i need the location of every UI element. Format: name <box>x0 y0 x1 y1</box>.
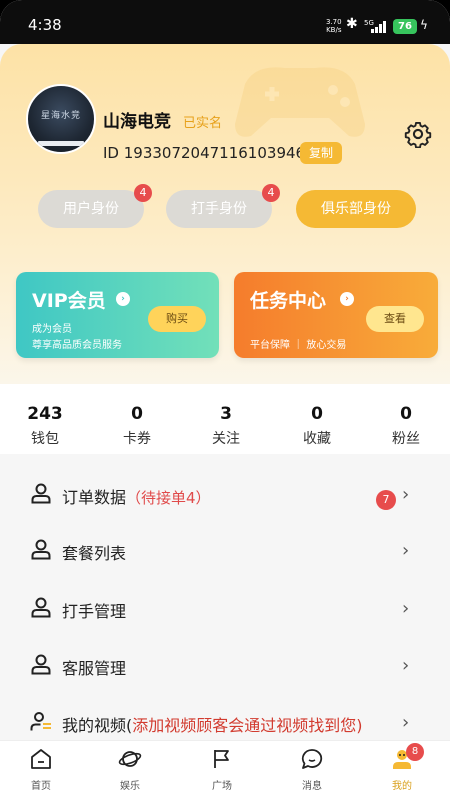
nav-entertainment[interactable]: 娱乐 <box>100 747 160 792</box>
nav-square[interactable]: 广场 <box>192 747 252 792</box>
bolt-icon: ϟ <box>420 18 428 32</box>
vip-card-title: VIP会员 <box>32 290 106 312</box>
menu-item-note: 添加视频顾客会通过视频找到您) <box>132 716 363 735</box>
username: 山海电竞 <box>103 112 171 132</box>
stat-value: 0 <box>400 404 412 424</box>
flag-icon <box>214 750 229 768</box>
nav-messages[interactable]: 消息 <box>282 747 342 792</box>
role-user-button[interactable]: 用户身份 <box>38 190 144 228</box>
net-speed-unit: KB/s <box>326 26 342 34</box>
planet-icon <box>118 751 142 767</box>
stat-value: 0 <box>131 404 143 424</box>
net-speed: 3.70 KB/s <box>326 18 342 34</box>
menu-item-service[interactable]: 客服管理 › <box>0 637 450 693</box>
task-card-title: 任务中心 <box>250 290 327 312</box>
nav-home[interactable]: 首页 <box>11 747 71 792</box>
battery-icon: 76 <box>393 19 417 34</box>
stat-value: 0 <box>311 404 323 424</box>
chevron-right-icon: › <box>402 484 410 505</box>
chevron-right-icon: › <box>402 712 410 733</box>
role-player-badge: 4 <box>262 184 280 202</box>
vip-card-line2: 尊享高品质会员服务 <box>32 340 122 351</box>
nav-label: 首页 <box>31 781 51 792</box>
chevron-right-icon: › <box>116 292 130 306</box>
nav-label: 娱乐 <box>120 781 140 792</box>
bluetooth-icon: ✱ <box>346 16 358 32</box>
vip-buy-button[interactable]: 购买 <box>148 306 206 332</box>
stat-label: 收藏 <box>303 431 331 447</box>
stat-label: 钱包 <box>31 431 59 447</box>
avatar[interactable]: 星海水竞 <box>26 84 96 154</box>
user-icon <box>31 483 51 504</box>
task-card[interactable]: 任务中心 › 平台保障 ｜ 放心交易 查看 <box>234 272 438 358</box>
menu-item-orders[interactable]: 订单数据（待接单4） 7 › <box>0 466 450 522</box>
avatar-strip <box>38 141 84 146</box>
nav-label: 我的 <box>392 781 412 792</box>
menu-list: 订单数据（待接单4） 7 › 套餐列表 › 打手管理 › 客服管理 › 我的视频… <box>0 460 450 750</box>
menu-item-label: 客服管理 <box>62 659 127 678</box>
status-bar: 4:38 3.70 KB/s ✱ 5G 76 ϟ <box>0 0 450 44</box>
stats-row: 243 钱包 0 卡券 3 关注 0 收藏 0 粉丝 <box>0 384 450 454</box>
stat-label: 卡券 <box>123 431 151 447</box>
net-speed-value: 3.70 <box>326 18 342 26</box>
copy-id-button[interactable]: 复制 <box>300 142 342 164</box>
nav-label: 消息 <box>302 781 322 792</box>
stat-following[interactable]: 3 关注 <box>186 404 266 448</box>
user-icon <box>31 597 51 618</box>
stat-value: 243 <box>27 404 63 424</box>
bottom-nav: 首页 娱乐 广场 消息 8 我的 <box>0 740 450 800</box>
menu-item-label: 打手管理 <box>62 602 127 621</box>
stat-fans[interactable]: 0 粉丝 <box>366 404 446 448</box>
stat-label: 粉丝 <box>392 431 420 447</box>
role-player-button[interactable]: 打手身份 <box>166 190 272 228</box>
home-icon <box>31 749 51 769</box>
stat-coupons[interactable]: 0 卡券 <box>97 404 177 448</box>
chevron-right-icon: › <box>402 540 410 561</box>
menu-label-text: 我的视频( <box>62 716 133 735</box>
user-icon <box>31 539 51 560</box>
chevron-right-icon: › <box>402 598 410 619</box>
menu-item-label: 我的视频(添加视频顾客会通过视频找到您) <box>62 712 363 736</box>
user-list-icon <box>30 712 51 731</box>
task-view-button[interactable]: 查看 <box>366 306 424 332</box>
app-screen: 4:38 3.70 KB/s ✱ 5G 76 ϟ 星海水竞 山海电竞 已实名 I… <box>0 0 450 800</box>
user-id: ID 1933072047116103946 <box>103 144 306 162</box>
profile-badge: 8 <box>406 743 424 761</box>
nav-profile[interactable]: 8 我的 <box>372 743 432 792</box>
vip-card-line1: 成为会员 <box>32 324 72 335</box>
menu-item-label: 套餐列表 <box>62 544 127 563</box>
menu-label-text: 订单数据 <box>62 488 127 507</box>
verified-label: 已实名 <box>183 116 223 131</box>
role-club-button[interactable]: 俱乐部身份 <box>296 190 416 228</box>
stat-label: 关注 <box>212 431 240 447</box>
stat-favorites[interactable]: 0 收藏 <box>277 404 357 448</box>
menu-item-players[interactable]: 打手管理 › <box>0 580 450 636</box>
signal-icon: 5G <box>364 19 388 35</box>
menu-item-label: 订单数据（待接单4） <box>62 484 211 508</box>
role-user-badge: 4 <box>134 184 152 202</box>
nav-label: 广场 <box>212 781 232 792</box>
status-time: 4:38 <box>28 16 62 34</box>
stat-value: 3 <box>220 404 232 424</box>
gear-icon[interactable] <box>404 120 432 148</box>
chat-icon <box>301 749 323 769</box>
chevron-right-icon: › <box>402 655 410 676</box>
chevron-right-icon: › <box>340 292 354 306</box>
menu-item-note: （待接单4） <box>126 489 211 507</box>
gamepad-decoration-icon <box>235 67 365 137</box>
vip-card[interactable]: VIP会员 › 成为会员 尊享高品质会员服务 购买 <box>16 272 219 358</box>
avatar-logo-icon: 星海水竞 <box>40 111 81 121</box>
stat-wallet[interactable]: 243 钱包 <box>5 404 85 448</box>
user-icon <box>31 654 51 675</box>
orders-badge: 7 <box>376 490 396 510</box>
menu-item-packages[interactable]: 套餐列表 › <box>0 522 450 578</box>
task-card-line1: 平台保障 ｜ 放心交易 <box>250 340 347 351</box>
